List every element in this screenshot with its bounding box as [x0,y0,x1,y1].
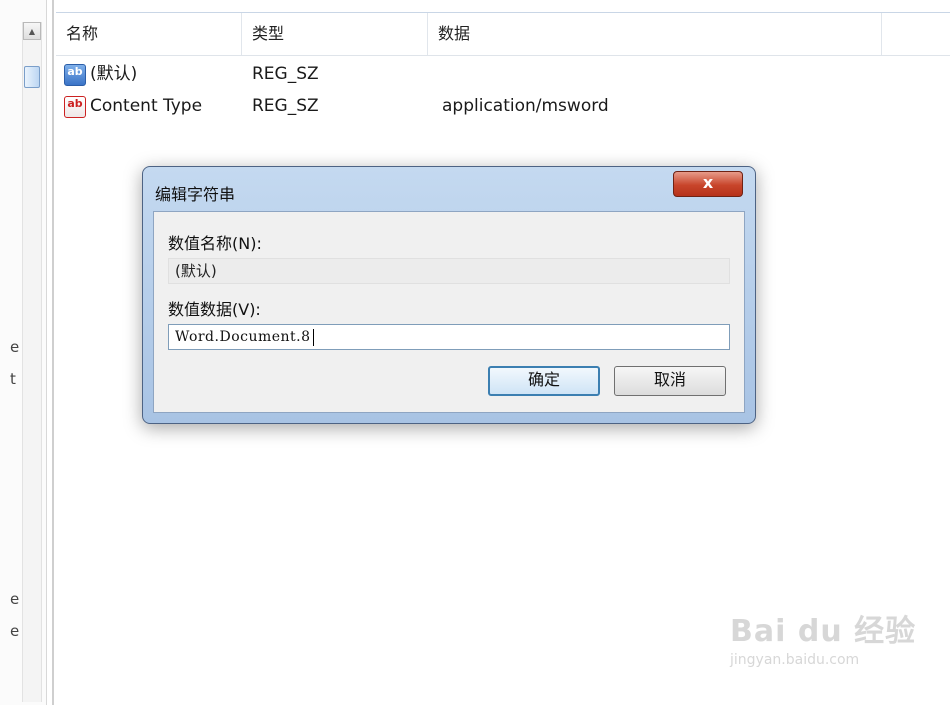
list-item[interactable]: ab Content Type REG_SZ application/mswor… [56,90,926,122]
tree-item-fragment[interactable]: e [10,590,19,608]
scroll-up-icon[interactable]: ▲ [23,22,41,40]
baidu-watermark: Bai du 经验 jingyan.baidu.com [730,606,916,668]
value-type: REG_SZ [252,96,319,116]
close-icon[interactable]: x [673,171,743,197]
watermark-logo: Bai du 经验 [730,614,917,649]
text-caret [312,328,314,346]
ok-button[interactable]: 确定 [488,366,600,396]
value-data: application/msword [442,96,609,116]
list-header: 名称 类型 数据 [56,12,950,56]
pane-splitter[interactable] [52,0,54,705]
list-item[interactable]: ab (默认) REG_SZ [56,58,926,90]
value-data-text: Word.Document.8 [175,329,311,345]
value-name: (默认) [90,64,138,84]
value-data-input[interactable]: Word.Document.8 [168,324,730,350]
value-name-field: (默认) [168,258,730,284]
string-value-icon: ab [64,64,86,86]
cancel-button[interactable]: 取消 [614,366,726,396]
tree-scrollbar[interactable]: ▲ [22,22,42,702]
column-header-data[interactable]: 数据 [428,13,882,55]
value-name: Content Type [90,96,203,116]
value-type: REG_SZ [252,64,319,84]
tree-item-fragment[interactable]: e [10,338,19,356]
dialog-title: 编辑字符串 [155,185,236,204]
edit-string-dialog: 编辑字符串 x 数值名称(N): (默认) 数值数据(V): Word.Docu… [142,166,756,424]
registry-tree-pane: ▲ e t e e [0,0,47,705]
tree-item-fragment[interactable]: e [10,622,19,640]
column-header-type[interactable]: 类型 [242,13,428,55]
string-value-icon: ab [64,96,86,118]
tree-item-fragment[interactable]: t [10,370,16,388]
scroll-thumb[interactable] [24,66,40,88]
watermark-url: jingyan.baidu.com [730,652,860,668]
value-name-label: 数值名称(N): [168,234,262,253]
value-data-label: 数值数据(V): [168,300,261,319]
dialog-body: 数值名称(N): (默认) 数值数据(V): Word.Document.8 确… [153,211,745,413]
column-header-name[interactable]: 名称 [56,13,242,55]
